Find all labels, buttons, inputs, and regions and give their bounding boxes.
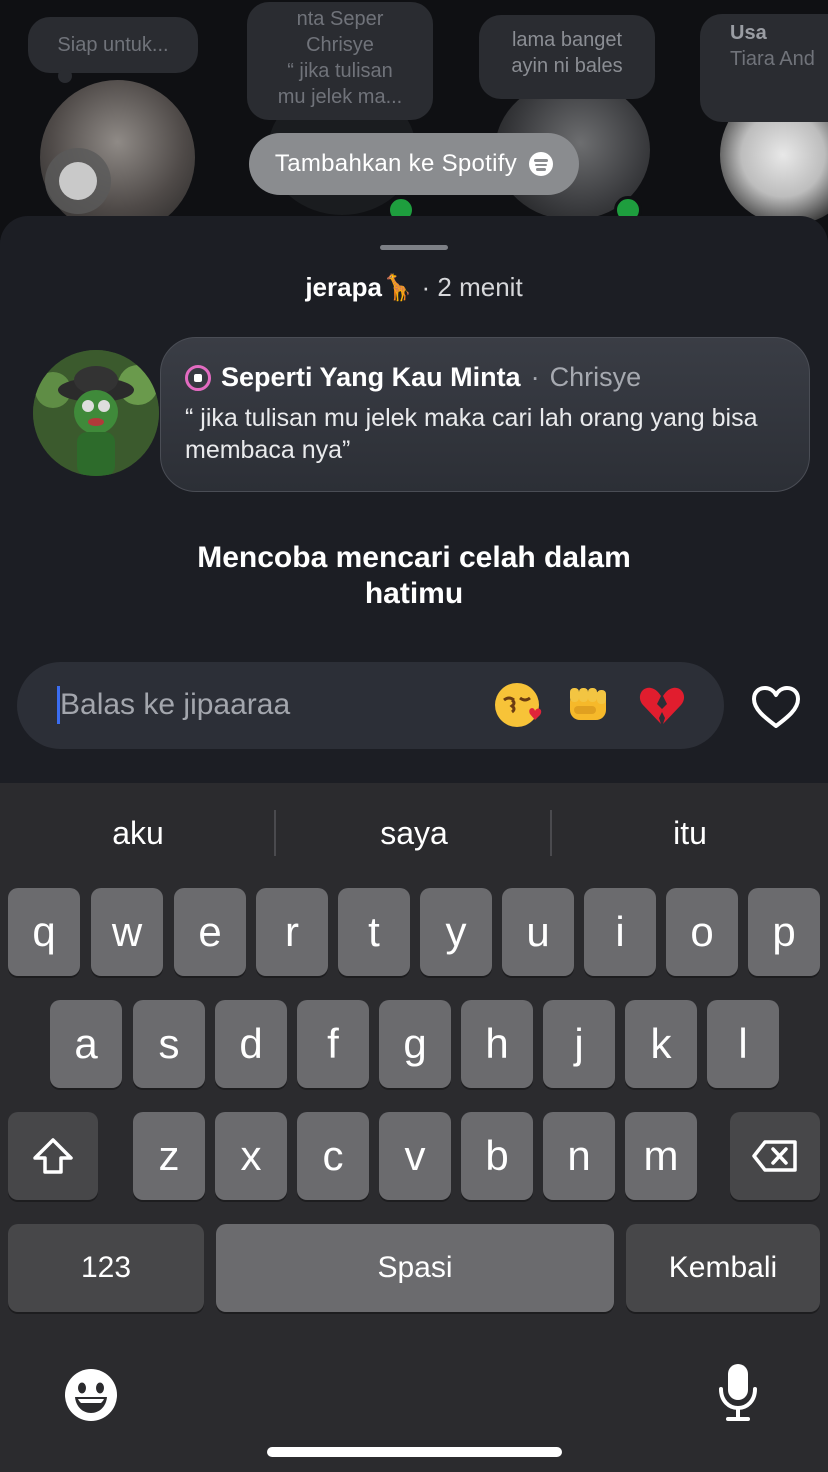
key-p[interactable]: p: [748, 888, 820, 976]
note-bubble-4[interactable]: Usa Tiara And: [700, 14, 828, 122]
key-v[interactable]: v: [379, 1112, 451, 1200]
key-i[interactable]: i: [584, 888, 656, 976]
song-lyric-caption: Mencoba mencari celah dalam hatimu: [197, 541, 631, 610]
note-header: jerapa🦒 · 2 menit: [0, 272, 828, 303]
username[interactable]: jerapa🦒: [305, 272, 414, 302]
key-x[interactable]: x: [215, 1112, 287, 1200]
song-title: Seperti Yang Kau Minta: [221, 362, 521, 392]
note-bubble-2[interactable]: nta Seper Chrisye “ jika tulisan mu jele…: [247, 2, 433, 120]
note-bubble-1[interactable]: Siap untuk...: [28, 17, 198, 83]
profile-avatar[interactable]: [33, 350, 159, 476]
key-s[interactable]: s: [133, 1000, 205, 1088]
backspace-icon: [752, 1140, 797, 1172]
emoji-fist-button[interactable]: [564, 680, 614, 730]
key-g[interactable]: g: [379, 1000, 451, 1088]
suggestion-3[interactable]: itu: [552, 783, 828, 883]
sheet-grabber[interactable]: [380, 245, 448, 250]
fist-emoji-icon: [570, 688, 606, 720]
note-time: · 2 menit: [421, 272, 523, 302]
key-z[interactable]: z: [133, 1112, 205, 1200]
key-n[interactable]: n: [543, 1112, 615, 1200]
dictation-button[interactable]: [716, 1361, 760, 1423]
note-line: “ jika tulisan: [287, 60, 393, 82]
suggestion-divider: [550, 810, 552, 856]
reply-input[interactable]: [60, 684, 480, 726]
emoji-kiss-button[interactable]: [492, 680, 542, 730]
suggestion-2[interactable]: saya: [276, 783, 552, 883]
heart-outline-icon: [752, 686, 800, 728]
microphone-icon: [719, 1364, 757, 1421]
suggestion-bar: aku saya itu: [0, 783, 828, 883]
key-q[interactable]: q: [8, 888, 80, 976]
broken-heart-emoji-icon: [639, 687, 685, 724]
shift-key[interactable]: [8, 1112, 98, 1200]
reply-bar: [17, 662, 724, 749]
note-line: mu jelek ma...: [277, 86, 403, 108]
song-artist: Chrisye: [549, 362, 642, 392]
key-r[interactable]: r: [256, 888, 328, 976]
backspace-key[interactable]: [730, 1112, 820, 1200]
add-to-spotify-label: Tambahkan ke Spotify: [274, 150, 518, 177]
shift-arrow-icon: [33, 1138, 73, 1174]
key-u[interactable]: u: [502, 888, 574, 976]
suggestion-divider: [274, 810, 276, 856]
numbers-key[interactable]: 123: [8, 1224, 204, 1312]
note-quote: “ jika tulisan mu jelek maka cari lah or…: [185, 404, 758, 464]
song-title-row: Seperti Yang Kau Minta · Chrisye: [185, 362, 641, 393]
note-bubble-3[interactable]: lama banget ayin ni bales: [479, 15, 655, 99]
music-note-icon: [185, 364, 211, 391]
return-key[interactable]: Kembali: [626, 1224, 820, 1312]
key-c[interactable]: c: [297, 1112, 369, 1200]
key-a[interactable]: a: [50, 1000, 122, 1088]
emoji-keyboard-button[interactable]: [63, 1367, 119, 1423]
like-heart-button[interactable]: [750, 684, 802, 730]
on-screen-keyboard: aku saya itu q w e r t y u i o p a s d f…: [0, 783, 828, 1472]
note-line: ayin ni bales: [511, 55, 623, 77]
note-line: nta Seper: [296, 8, 384, 30]
song-note-card[interactable]: Seperti Yang Kau Minta · Chrisye “ jika …: [160, 337, 810, 492]
key-h[interactable]: h: [461, 1000, 533, 1088]
key-y[interactable]: y: [420, 888, 492, 976]
key-m[interactable]: m: [625, 1112, 697, 1200]
note-text: Siap untuk...: [57, 34, 169, 56]
key-k[interactable]: k: [625, 1000, 697, 1088]
note-line: Usa: [730, 22, 767, 44]
avatar-image: [33, 350, 159, 476]
key-e[interactable]: e: [174, 888, 246, 976]
add-to-spotify-button[interactable]: Tambahkan ke Spotify: [249, 133, 579, 195]
suggestion-1[interactable]: aku: [0, 783, 276, 883]
key-w[interactable]: w: [91, 888, 163, 976]
spotify-icon: [529, 152, 554, 176]
key-j[interactable]: j: [543, 1000, 615, 1088]
assistive-touch-button[interactable]: [45, 148, 111, 214]
key-b[interactable]: b: [461, 1112, 533, 1200]
key-d[interactable]: d: [215, 1000, 287, 1088]
key-f[interactable]: f: [297, 1000, 369, 1088]
emoji-broken-heart-button[interactable]: [636, 680, 686, 730]
key-o[interactable]: o: [666, 888, 738, 976]
kiss-emoji-icon: [495, 683, 542, 727]
space-key[interactable]: Spasi: [216, 1224, 614, 1312]
smiley-icon: [65, 1369, 117, 1421]
note-line: Tiara And: [730, 48, 815, 70]
key-l[interactable]: l: [707, 1000, 779, 1088]
home-indicator[interactable]: [267, 1447, 562, 1457]
key-t[interactable]: t: [338, 888, 410, 976]
note-line: lama banget: [511, 29, 623, 51]
song-separator: ·: [530, 362, 540, 392]
note-line: Chrisye: [306, 34, 374, 56]
